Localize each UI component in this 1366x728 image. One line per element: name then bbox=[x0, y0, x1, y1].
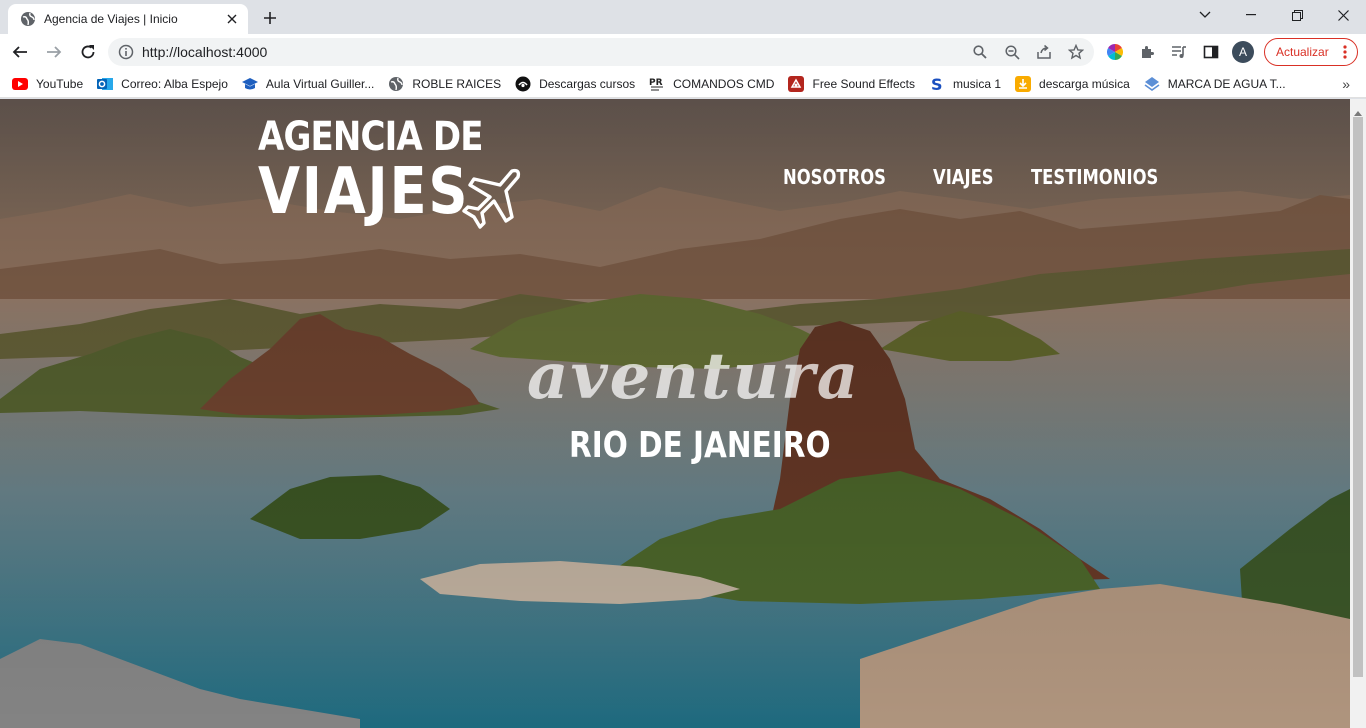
bookmarks-bar: YouTube Correo: Alba Espejo Aula Virtual… bbox=[0, 70, 1366, 98]
bookmark-aula-virtual[interactable]: Aula Virtual Guiller... bbox=[241, 76, 375, 92]
close-window-icon[interactable] bbox=[1320, 0, 1366, 30]
close-tab-icon[interactable] bbox=[224, 11, 240, 27]
download-circle-icon bbox=[515, 76, 531, 92]
nav-nosotros[interactable]: NOSOTROS bbox=[783, 165, 886, 189]
scroll-thumb[interactable] bbox=[1353, 117, 1363, 677]
outlook-icon bbox=[97, 76, 114, 92]
browser-tab[interactable]: Agencia de Viajes | Inicio bbox=[8, 4, 248, 34]
globe-icon bbox=[20, 11, 36, 27]
more-menu-icon[interactable] bbox=[1343, 45, 1347, 62]
tab-search-chevron-icon[interactable] bbox=[1182, 0, 1228, 30]
back-icon[interactable] bbox=[6, 38, 34, 66]
site-info-icon[interactable] bbox=[118, 44, 134, 60]
youtube-icon bbox=[12, 76, 28, 92]
tab-strip: Agencia de Viajes | Inicio bbox=[0, 0, 1366, 34]
bookmark-roble-raices[interactable]: ROBLE RAICES bbox=[388, 76, 501, 92]
zoom-out-icon[interactable] bbox=[1002, 42, 1022, 62]
globe-icon bbox=[388, 76, 404, 92]
browser-toolbar: http://localhost:4000 A Actualizar bbox=[0, 34, 1366, 70]
bookmark-label: Aula Virtual Guiller... bbox=[265, 76, 375, 91]
logo-line-1: AGENCIA DE bbox=[258, 114, 483, 160]
address-bar[interactable]: http://localhost:4000 bbox=[108, 38, 1094, 66]
watermark-icon bbox=[1144, 76, 1160, 92]
update-chrome-button[interactable]: Actualizar bbox=[1264, 38, 1358, 66]
bookmark-label: Descargas cursos bbox=[539, 76, 636, 91]
bookmark-label: Free Sound Effects bbox=[812, 76, 915, 91]
hero-heading: RIO DE JANEIRO bbox=[569, 425, 831, 466]
page-viewport: AGENCIA DE VIAJES NOSOTROS VIAJES TESTIM… bbox=[0, 99, 1350, 728]
main-navigation: NOSOTROS VIAJES TESTIMONIOS bbox=[783, 165, 1186, 189]
airplane-icon bbox=[450, 165, 524, 244]
avatar-letter: A bbox=[1232, 41, 1254, 63]
nav-viajes[interactable]: VIAJES bbox=[933, 165, 994, 189]
media-queue-icon[interactable] bbox=[1168, 41, 1190, 63]
share-icon[interactable] bbox=[1034, 42, 1054, 62]
bookmark-marca-de-agua[interactable]: MARCA DE AGUA T... bbox=[1144, 76, 1286, 92]
minimize-icon[interactable] bbox=[1228, 0, 1274, 30]
update-label: Actualizar bbox=[1276, 45, 1329, 59]
bookmark-label: Correo: Alba Espejo bbox=[121, 76, 228, 91]
more-bookmarks-icon[interactable]: » bbox=[1342, 76, 1350, 92]
s-logo-icon: S bbox=[929, 76, 945, 92]
nav-testimonios[interactable]: TESTIMONIOS bbox=[1031, 165, 1158, 189]
profile-avatar[interactable]: A bbox=[1232, 41, 1254, 63]
bookmark-descarga-musica[interactable]: descarga música bbox=[1015, 75, 1130, 92]
side-panel-icon[interactable] bbox=[1200, 41, 1222, 63]
download-music-icon bbox=[1015, 75, 1032, 92]
bookmark-label: descarga música bbox=[1039, 76, 1130, 91]
reload-icon[interactable] bbox=[74, 38, 102, 66]
bookmark-star-icon[interactable] bbox=[1066, 42, 1086, 62]
color-wheel-extension-icon[interactable] bbox=[1104, 41, 1126, 63]
bookmark-musica-1[interactable]: S musica 1 bbox=[929, 76, 1001, 92]
bookmark-label: ROBLE RAICES bbox=[412, 76, 502, 91]
bookmark-correo[interactable]: Correo: Alba Espejo bbox=[97, 76, 228, 92]
bookmark-label: musica 1 bbox=[953, 76, 1002, 91]
page-scrollbar[interactable] bbox=[1350, 99, 1366, 728]
hero-tagline: aventura bbox=[527, 339, 861, 414]
restore-icon[interactable] bbox=[1274, 0, 1320, 30]
extensions-puzzle-icon[interactable] bbox=[1136, 41, 1158, 63]
forward-icon[interactable] bbox=[40, 38, 68, 66]
bookmark-label: COMANDOS CMD bbox=[673, 76, 775, 91]
graduation-cap-icon bbox=[241, 76, 258, 92]
url-text[interactable]: http://localhost:4000 bbox=[142, 44, 267, 60]
svg-text:S: S bbox=[931, 76, 943, 92]
bookmark-label: YouTube bbox=[36, 76, 84, 91]
bookmark-descargas-cursos[interactable]: Descargas cursos bbox=[515, 76, 635, 92]
bookmark-free-sound-effects[interactable]: Free Sound Effects bbox=[788, 75, 915, 92]
bookmark-comandos-cmd[interactable]: PR COMANDOS CMD bbox=[649, 76, 774, 92]
bookmark-youtube[interactable]: YouTube bbox=[12, 76, 83, 92]
search-icon[interactable] bbox=[970, 42, 990, 62]
sound-effects-icon bbox=[788, 75, 805, 92]
pr-logo-icon: PR bbox=[649, 76, 665, 92]
tab-title: Agencia de Viajes | Inicio bbox=[44, 12, 178, 26]
new-tab-icon[interactable] bbox=[258, 6, 282, 30]
logo-line-2: VIAJES bbox=[258, 155, 470, 229]
bookmark-label: MARCA DE AGUA T... bbox=[1167, 76, 1286, 91]
